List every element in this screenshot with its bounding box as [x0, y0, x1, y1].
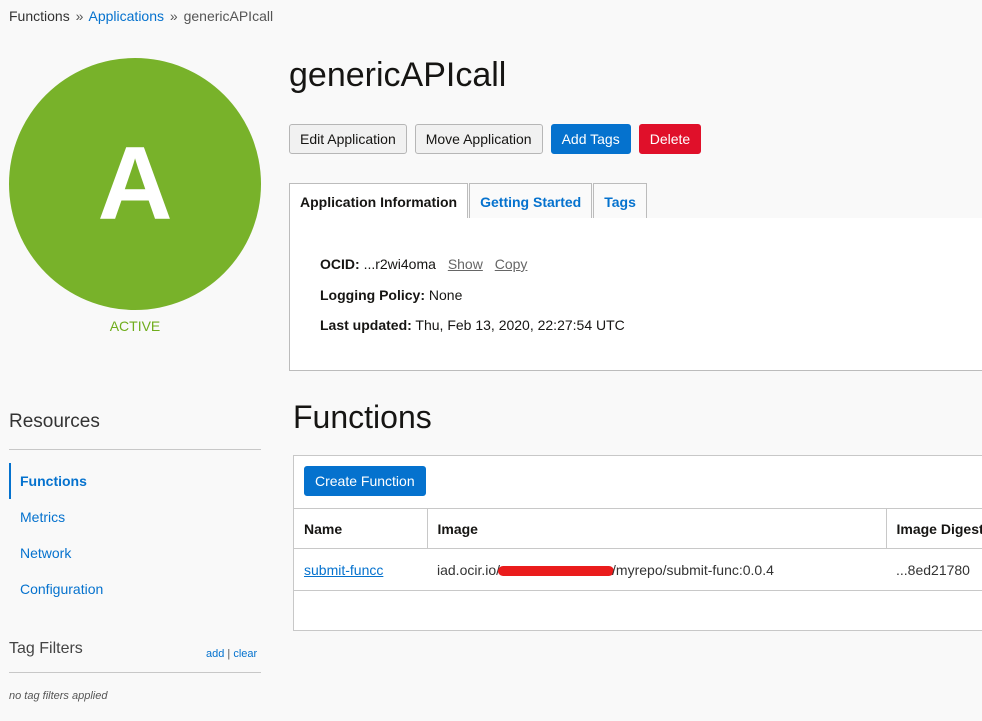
functions-heading: Functions [293, 399, 432, 435]
ocid-value: ...r2wi4oma [363, 256, 436, 272]
resources-item-functions[interactable]: Functions [9, 463, 261, 499]
create-function-button[interactable]: Create Function [304, 466, 426, 496]
delete-button[interactable]: Delete [638, 124, 702, 154]
column-header-name[interactable]: Name [294, 508, 428, 549]
page-title: genericAPIcall [289, 56, 507, 94]
add-tags-button[interactable]: Add Tags [550, 124, 631, 154]
action-bar: Edit Application Move Application Add Ta… [289, 124, 702, 154]
move-application-button[interactable]: Move Application [414, 124, 543, 154]
tag-filters-divider [9, 672, 261, 673]
last-updated-value: Thu, Feb 13, 2020, 22:27:54 UTC [415, 317, 625, 333]
breadcrumb-functions[interactable]: Functions [9, 8, 70, 24]
resources-item-metrics[interactable]: Metrics [9, 499, 261, 535]
tag-filter-actions: add | clear [206, 648, 257, 660]
redaction-mark [498, 565, 615, 576]
last-updated-label: Last updated: [320, 317, 412, 333]
function-digest-cell: ...8ed21780 [886, 548, 982, 591]
tab-application-information[interactable]: Application Information [289, 183, 469, 220]
resources-nav: Functions Metrics Network Configuration [9, 463, 261, 607]
ocid-copy-link[interactable]: Copy [495, 256, 528, 272]
breadcrumb: Functions » Applications » genericAPIcal… [9, 8, 273, 24]
application-info-panel: OCID: ...r2wi4oma Show Copy Logging Poli… [289, 218, 982, 371]
logging-policy-value: None [428, 287, 463, 303]
tag-filter-clear-link[interactable]: clear [233, 648, 257, 660]
tab-getting-started[interactable]: Getting Started [469, 183, 593, 219]
image-suffix: /myrepo/submit-func:0.0.4 [612, 561, 774, 578]
ocid-show-link[interactable]: Show [448, 256, 483, 272]
resources-item-network[interactable]: Network [9, 535, 261, 571]
avatar-letter: A [97, 126, 173, 242]
last-updated-row: Last updated: Thu, Feb 13, 2020, 22:27:5… [320, 317, 625, 333]
tag-filter-divider: | [227, 648, 231, 660]
logging-policy-row: Logging Policy: None [320, 287, 462, 303]
breadcrumb-applications[interactable]: Applications [89, 8, 165, 24]
tab-bar: Application Information Getting Started … [289, 183, 982, 220]
functions-table: Name Image Image Digest submit-funcc iad… [294, 508, 982, 591]
breadcrumb-separator: » [169, 8, 178, 24]
ocid-row: OCID: ...r2wi4oma Show Copy [320, 256, 527, 272]
logging-policy-label: Logging Policy: [320, 287, 425, 303]
status-label: ACTIVE [109, 318, 161, 334]
functions-panel: Create Function Name Image Image Digest … [293, 455, 982, 631]
column-header-image[interactable]: Image [427, 508, 887, 549]
function-name-cell: submit-funcc [294, 548, 427, 591]
tab-tags[interactable]: Tags [593, 183, 647, 219]
resources-item-configuration[interactable]: Configuration [9, 571, 261, 607]
table-row: submit-funcc iad.ocir.io/ /myrepo/submit-… [294, 548, 982, 591]
tag-filters-empty: no tag filters applied [9, 690, 108, 702]
image-prefix: iad.ocir.io/ [437, 561, 501, 578]
application-avatar: A [9, 58, 261, 310]
tag-filters-heading: Tag Filters [9, 640, 83, 657]
edit-application-button[interactable]: Edit Application [289, 124, 407, 154]
resources-divider [9, 449, 261, 450]
function-image-cell: iad.ocir.io/ /myrepo/submit-func:0.0.4 [427, 548, 886, 591]
ocid-label: OCID: [320, 256, 360, 272]
function-name-link[interactable]: submit-funcc [304, 562, 383, 578]
table-header-row: Name Image Image Digest [294, 508, 982, 549]
tag-filter-add-link[interactable]: add [206, 648, 224, 660]
breadcrumb-current: genericAPIcall [183, 8, 274, 24]
resources-heading: Resources [9, 411, 100, 432]
breadcrumb-separator: » [75, 8, 84, 24]
column-header-image-digest[interactable]: Image Digest [886, 508, 982, 549]
